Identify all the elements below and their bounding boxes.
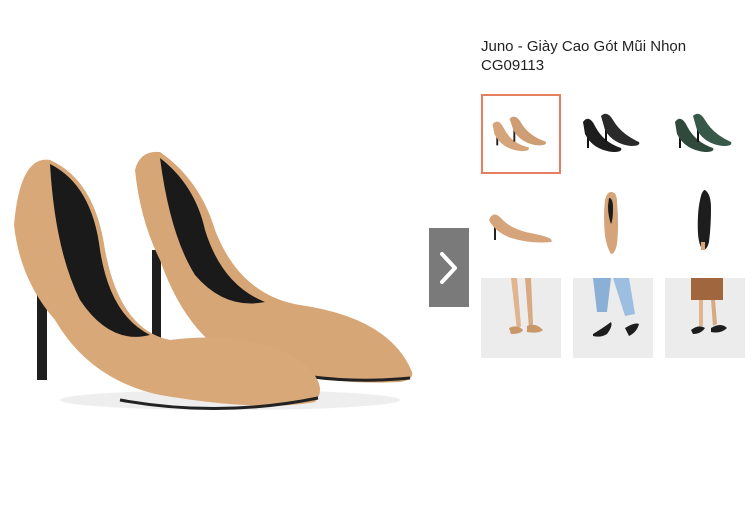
product-title: Juno - Giày Cao Gót Mũi Nhọn CG09113 bbox=[481, 38, 687, 74]
thumbnail-nude-top[interactable] bbox=[573, 186, 653, 266]
main-product-image bbox=[0, 60, 440, 440]
thumbnail-green-pair[interactable] bbox=[665, 94, 745, 174]
next-image-button[interactable] bbox=[429, 228, 469, 307]
thumbnail-worn-bare-legs[interactable] bbox=[481, 278, 561, 358]
thumbnail-black-pair[interactable] bbox=[573, 94, 653, 174]
thumbnail-black-sole[interactable] bbox=[665, 186, 745, 266]
chevron-right-icon bbox=[440, 251, 457, 284]
thumbnail-grid bbox=[481, 94, 753, 358]
thumbnail-nude-pair[interactable] bbox=[481, 94, 561, 174]
thumbnail-nude-side[interactable] bbox=[481, 186, 561, 266]
thumbnail-worn-jeans[interactable] bbox=[573, 278, 653, 358]
thumbnail-worn-skirt[interactable] bbox=[665, 278, 745, 358]
